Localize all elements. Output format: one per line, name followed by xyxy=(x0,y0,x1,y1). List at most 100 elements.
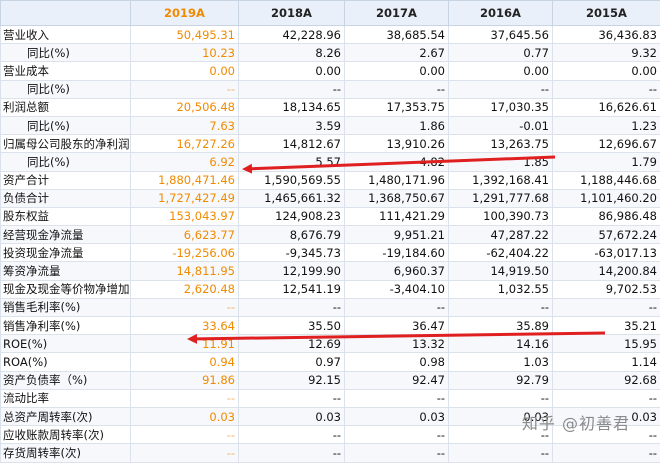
table-row: 营业收入50,495.3142,228.9638,685.5437,645.56… xyxy=(1,26,660,44)
table-row: 同比(%)10.238.262.670.779.32 xyxy=(1,44,660,62)
table-cell: 0.94 xyxy=(131,353,239,371)
row-label: 应收账款周转率(次) xyxy=(1,426,131,444)
row-label: 销售毛利率(%) xyxy=(1,298,131,316)
table-cell: 37,645.56 xyxy=(449,26,553,44)
table-cell: 0.00 xyxy=(449,62,553,80)
table-row: 负债合计1,727,427.491,465,661.321,368,750.67… xyxy=(1,189,660,207)
table-cell: -- xyxy=(553,298,660,316)
table-cell: 1,480,171.96 xyxy=(345,171,449,189)
table-cell: 14,200.84 xyxy=(553,262,660,280)
row-label: 存货周转率(次) xyxy=(1,444,131,462)
table-cell: 92.68 xyxy=(553,371,660,389)
table-cell: 1.86 xyxy=(345,116,449,134)
table-cell: 8.26 xyxy=(239,44,345,62)
table-cell: 1,392,168.41 xyxy=(449,171,553,189)
table-cell: -63,017.13 xyxy=(553,244,660,262)
table-cell: 42,228.96 xyxy=(239,26,345,44)
table-row: 销售净利率(%)33.6435.5036.4735.8935.21 xyxy=(1,317,660,335)
table-cell: -- xyxy=(449,80,553,98)
table-row: 筹资净流量14,811.9512,199.906,960.3714,919.50… xyxy=(1,262,660,280)
table-cell: 20,506.48 xyxy=(131,98,239,116)
table-cell: 2.67 xyxy=(345,44,449,62)
table-cell: 13,263.75 xyxy=(449,135,553,153)
table-cell: 15.95 xyxy=(553,335,660,353)
table-cell: 86,986.48 xyxy=(553,207,660,225)
header-label-column xyxy=(1,1,131,26)
table-cell: -- xyxy=(449,298,553,316)
table-cell: 1,032.55 xyxy=(449,280,553,298)
watermark-text: 知乎 @初善君 xyxy=(522,410,630,434)
header-2019a[interactable]: 2019A xyxy=(131,1,239,26)
table-row: 销售毛利率(%)---------- xyxy=(1,298,660,316)
table-cell: 18,134.65 xyxy=(239,98,345,116)
table-row: 资产负债率（%)91.8692.1592.4792.7992.68 xyxy=(1,371,660,389)
table-row: ROE(%)11.9112.6913.3214.1615.95 xyxy=(1,335,660,353)
table-cell: 0.03 xyxy=(131,407,239,425)
table-row: 归属母公司股东的净利润16,727.2614,812.6713,910.2613… xyxy=(1,135,660,153)
table-cell: 12,541.19 xyxy=(239,280,345,298)
header-2017a[interactable]: 2017A xyxy=(345,1,449,26)
table-cell: 38,685.54 xyxy=(345,26,449,44)
header-2018a[interactable]: 2018A xyxy=(239,1,345,26)
table-cell: -- xyxy=(553,80,660,98)
table-cell: 92.15 xyxy=(239,371,345,389)
table-cell: 36.47 xyxy=(345,317,449,335)
table-cell: -- xyxy=(131,80,239,98)
row-label: 营业收入 xyxy=(1,26,131,44)
row-label: 同比(%) xyxy=(1,116,131,134)
table-row: 利润总额20,506.4818,134.6517,353.7517,030.35… xyxy=(1,98,660,116)
table-row: 营业成本0.000.000.000.000.00 xyxy=(1,62,660,80)
table-cell: 5.57 xyxy=(239,153,345,171)
table-cell: 0.00 xyxy=(131,62,239,80)
row-label: 投资现金净流量 xyxy=(1,244,131,262)
row-label: 同比(%) xyxy=(1,44,131,62)
table-cell: 91.86 xyxy=(131,371,239,389)
table-cell: 1,368,750.67 xyxy=(345,189,449,207)
table-cell: 35.21 xyxy=(553,317,660,335)
table-row: 现金及现金等价物净增加2,620.4812,541.19-3,404.101,0… xyxy=(1,280,660,298)
table-cell: 11.91 xyxy=(131,335,239,353)
table-cell: 0.98 xyxy=(345,353,449,371)
table-cell: 17,353.75 xyxy=(345,98,449,116)
table-cell: -9,345.73 xyxy=(239,244,345,262)
table-cell: 9,702.53 xyxy=(553,280,660,298)
table-cell: 92.47 xyxy=(345,371,449,389)
table-row: 经营现金净流量6,623.778,676.799,951.2147,287.22… xyxy=(1,226,660,244)
table-cell: -- xyxy=(131,389,239,407)
table-cell: 35.50 xyxy=(239,317,345,335)
table-cell: 1,590,569.55 xyxy=(239,171,345,189)
table-cell: 14.16 xyxy=(449,335,553,353)
table-cell: 8,676.79 xyxy=(239,226,345,244)
table-cell: 0.00 xyxy=(345,62,449,80)
table-cell: 4.82 xyxy=(345,153,449,171)
table-cell: -- xyxy=(239,426,345,444)
header-row: 2019A 2018A 2017A 2016A 2015A xyxy=(1,1,660,26)
table-cell: 0.77 xyxy=(449,44,553,62)
table-cell: 50,495.31 xyxy=(131,26,239,44)
table-cell: 3.59 xyxy=(239,116,345,134)
header-2016a[interactable]: 2016A xyxy=(449,1,553,26)
header-2015a[interactable]: 2015A xyxy=(553,1,660,26)
table-cell: 6,623.77 xyxy=(131,226,239,244)
table-cell: 14,812.67 xyxy=(239,135,345,153)
table-cell: -- xyxy=(449,444,553,462)
table-cell: 0.03 xyxy=(239,407,345,425)
table-cell: 47,287.22 xyxy=(449,226,553,244)
row-label: 筹资净流量 xyxy=(1,262,131,280)
table-cell: 12.69 xyxy=(239,335,345,353)
row-label: 利润总额 xyxy=(1,98,131,116)
table-cell: -- xyxy=(345,298,449,316)
table-cell: 16,727.26 xyxy=(131,135,239,153)
table-cell: 7.63 xyxy=(131,116,239,134)
table-cell: -- xyxy=(239,80,345,98)
table-cell: -- xyxy=(131,298,239,316)
table-row: 同比(%)6.925.574.821.851.79 xyxy=(1,153,660,171)
table-cell: -- xyxy=(239,298,345,316)
table-cell: 153,043.97 xyxy=(131,207,239,225)
table-cell: -- xyxy=(345,426,449,444)
table-cell: 10.23 xyxy=(131,44,239,62)
table-cell: 0.03 xyxy=(345,407,449,425)
table-row: 同比(%)---------- xyxy=(1,80,660,98)
table-cell: 14,811.95 xyxy=(131,262,239,280)
table-cell: 124,908.23 xyxy=(239,207,345,225)
